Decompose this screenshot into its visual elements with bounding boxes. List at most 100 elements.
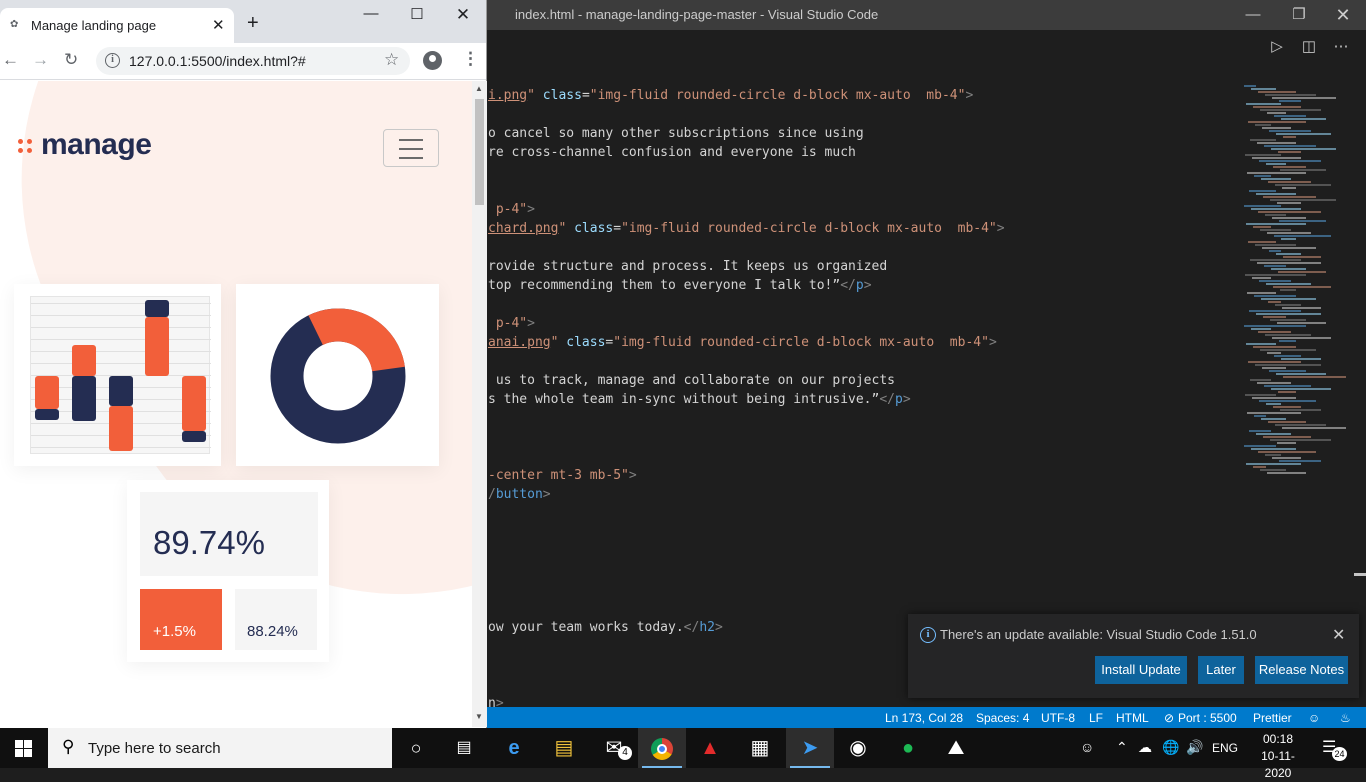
- close-icon[interactable]: ✕: [1332, 625, 1345, 645]
- cortana-icon[interactable]: ○: [392, 728, 440, 768]
- close-icon[interactable]: ✕: [1320, 0, 1366, 30]
- code-line[interactable]: -center mt-3 mb-5">: [488, 466, 637, 485]
- code-line[interactable]: ow your team works today.</h2>: [488, 618, 723, 637]
- bar-segment-navy: [182, 431, 206, 443]
- release-notes-button[interactable]: Release Notes: [1255, 656, 1348, 684]
- minimap-line: [1270, 319, 1306, 321]
- chrome-taskbar-icon[interactable]: [638, 728, 686, 768]
- taskbar-search[interactable]: ⚲ Type here to search: [48, 728, 392, 768]
- minimap-line: [1272, 337, 1331, 339]
- minimap[interactable]: [1240, 85, 1350, 485]
- minimap-line: [1260, 109, 1321, 111]
- code-token: </: [879, 392, 895, 407]
- minimap-line: [1281, 118, 1326, 120]
- later-button[interactable]: Later: [1198, 656, 1244, 684]
- scroll-down-icon[interactable]: ▼: [475, 712, 483, 721]
- new-tab-icon[interactable]: +: [247, 13, 259, 33]
- minimap-line: [1272, 97, 1336, 99]
- end-of-line[interactable]: LF: [1089, 711, 1103, 725]
- code-line[interactable]: re cross-channel confusion and everyone …: [488, 143, 856, 162]
- spotify-icon[interactable]: ●: [884, 728, 932, 768]
- tab-close-icon[interactable]: ✕: [212, 16, 225, 34]
- minimize-icon[interactable]: —: [1230, 0, 1276, 30]
- code-token: p-4": [488, 202, 528, 217]
- maximize-icon[interactable]: ☐: [394, 5, 440, 27]
- minimap-line: [1257, 382, 1291, 384]
- code-line[interactable]: chard.png" class="img-fluid rounded-circ…: [488, 219, 1005, 238]
- bookmark-star-icon[interactable]: ☆: [384, 50, 399, 70]
- language-mode[interactable]: HTML: [1116, 711, 1149, 725]
- code-line[interactable]: /button>: [488, 485, 551, 504]
- store-icon[interactable]: ▦: [736, 728, 784, 768]
- code-line[interactable]: rovide structure and process. It keeps u…: [488, 257, 887, 276]
- minimap-line: [1258, 91, 1296, 93]
- minimap-line: [1273, 286, 1331, 288]
- menu-icon[interactable]: ⋮: [462, 49, 479, 69]
- minimap-line: [1244, 445, 1276, 447]
- minimap-line: [1257, 142, 1296, 144]
- encoding[interactable]: UTF-8: [1041, 711, 1075, 725]
- code-line[interactable]: us to track, manage and collaborate on o…: [488, 371, 895, 390]
- task-view-icon[interactable]: ▤: [440, 728, 488, 768]
- code-token: chard.png: [488, 221, 559, 236]
- onedrive-icon[interactable]: ☁: [1138, 739, 1152, 756]
- code-line[interactable]: i.png" class="img-fluid rounded-circle d…: [488, 86, 973, 105]
- run-icon[interactable]: ▷: [1266, 36, 1288, 58]
- tab-manage-landing-page[interactable]: ✿ Manage landing page ✕: [0, 8, 234, 43]
- windows-start-icon[interactable]: [15, 740, 32, 757]
- code-line[interactable]: anai.png" class="img-fluid rounded-circl…: [488, 333, 997, 352]
- acrobat-icon[interactable]: ▲: [686, 728, 734, 768]
- hamburger-menu-button[interactable]: [383, 129, 439, 167]
- clock[interactable]: 00:18 10-11-2020: [1248, 731, 1308, 782]
- code-token: >: [996, 221, 1005, 236]
- reload-icon[interactable]: ↻: [64, 50, 78, 70]
- volume-icon[interactable]: 🔊: [1186, 739, 1203, 756]
- scroll-up-icon[interactable]: ▲: [475, 84, 483, 93]
- code-line[interactable]: p-4">: [488, 200, 535, 219]
- site-info-icon[interactable]: i: [105, 53, 120, 68]
- minimap-line: [1246, 103, 1281, 105]
- back-icon[interactable]: ←: [2, 50, 19, 70]
- more-actions-icon[interactable]: ⋯: [1330, 36, 1352, 58]
- mail-icon[interactable]: ✉ 4: [590, 728, 638, 768]
- scrollbar-thumb[interactable]: [475, 99, 484, 205]
- prettier-status[interactable]: Prettier: [1253, 711, 1292, 725]
- cursor-position[interactable]: Ln 173, Col 28: [885, 711, 963, 725]
- page-scrollbar[interactable]: ▲ ▼: [472, 81, 487, 727]
- code-line[interactable]: p-4">: [488, 314, 535, 333]
- split-editor-icon[interactable]: ◫: [1298, 36, 1320, 58]
- code-line[interactable]: s the whole team in-sync without being i…: [488, 390, 911, 409]
- url-text[interactable]: 127.0.0.1:5500/index.html?#: [129, 53, 306, 69]
- install-update-button[interactable]: Install Update: [1095, 656, 1187, 684]
- close-icon[interactable]: ✕: [440, 5, 486, 27]
- show-hidden-icons-icon[interactable]: ⌃: [1116, 739, 1128, 756]
- restore-icon[interactable]: ❐: [1276, 0, 1322, 30]
- minimize-icon[interactable]: —: [348, 5, 394, 27]
- live-server-port[interactable]: Port : 5500: [1178, 711, 1237, 725]
- code-line[interactable]: top recommending them to everyone I talk…: [488, 276, 872, 295]
- feedback-icon[interactable]: ☺: [1308, 711, 1320, 725]
- code-token: "img-fluid rounded-circle d-block mx-aut…: [613, 335, 989, 350]
- minimap-line: [1258, 451, 1316, 453]
- forward-icon[interactable]: →: [32, 50, 49, 70]
- language-indicator[interactable]: ENG: [1212, 741, 1238, 755]
- logo-text[interactable]: manage: [41, 128, 152, 162]
- address-bar[interactable]: i 127.0.0.1:5500/index.html?# ☆: [96, 47, 410, 75]
- settings-app-icon[interactable]: ◉: [834, 728, 882, 768]
- network-icon[interactable]: 🌐: [1162, 739, 1179, 756]
- code-line[interactable]: o cancel so many other subscriptions sin…: [488, 124, 864, 143]
- minimap-line: [1268, 421, 1306, 423]
- minimap-line: [1270, 439, 1331, 441]
- minimap-line: [1251, 448, 1296, 450]
- profile-icon[interactable]: [423, 51, 442, 70]
- edge-icon[interactable]: e: [490, 728, 538, 768]
- people-icon[interactable]: ☺: [1080, 739, 1094, 755]
- indentation[interactable]: Spaces: 4: [976, 711, 1029, 725]
- action-center-icon[interactable]: ☰ 24: [1322, 737, 1347, 761]
- bell-icon[interactable]: ♨: [1340, 711, 1351, 725]
- photos-icon[interactable]: ⛰: [932, 728, 980, 768]
- file-explorer-icon[interactable]: ▤: [540, 728, 588, 768]
- vscode-taskbar-icon[interactable]: ➤: [786, 728, 834, 768]
- code-editor[interactable]: i.png" class="img-fluid rounded-circle d…: [488, 66, 1233, 711]
- code-token: p-4": [488, 316, 528, 331]
